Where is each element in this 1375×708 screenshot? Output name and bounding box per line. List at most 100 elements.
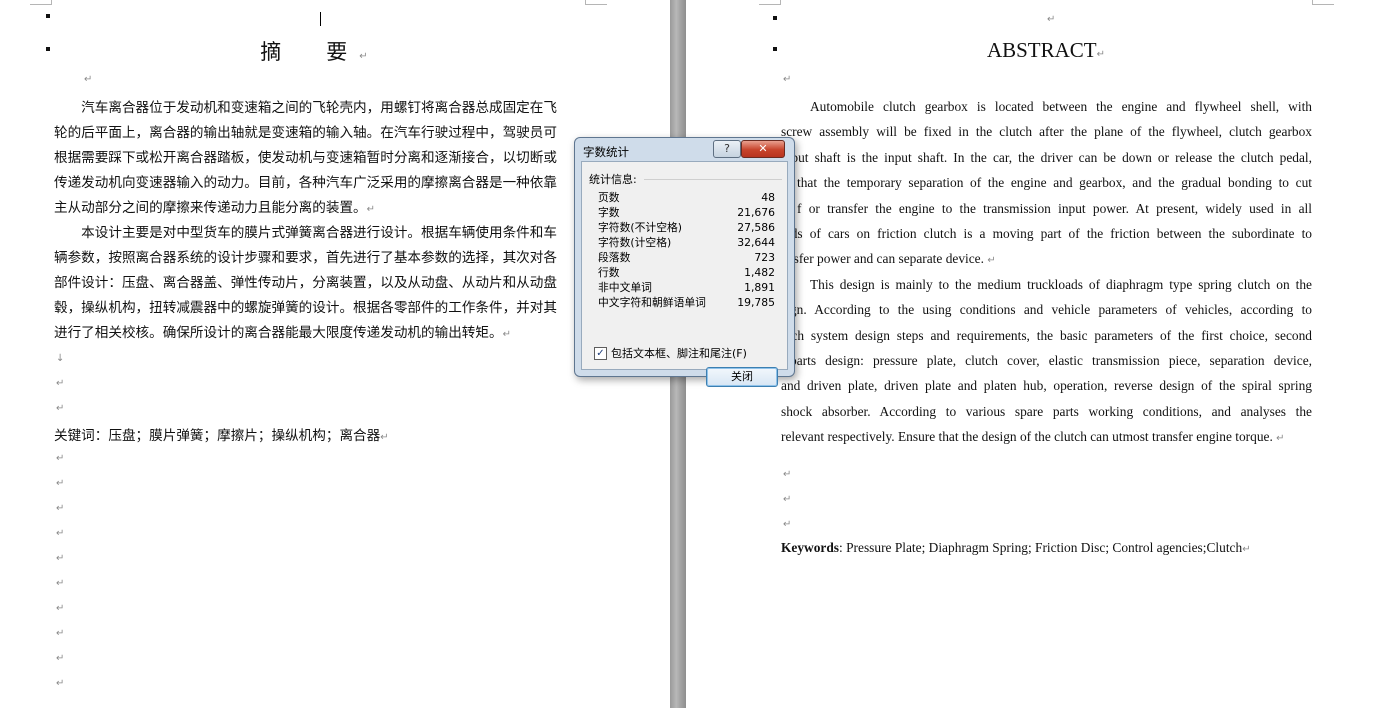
abstract-body-zh[interactable]: 汽车离合器位于发动机和变速箱之间的飞轮壳内，用螺钉将离合器总成固定在飞 轮的后平… [54, 96, 587, 346]
include-textboxes-option[interactable]: ✓ 包括文本框、脚注和尾注(F) [594, 345, 747, 361]
paragraph-mark: ↵ [56, 628, 65, 639]
stat-row-words: 字数 21,676 [598, 205, 781, 220]
text-line: nds of cars on friction clutch is a movi… [784, 225, 1312, 241]
paragraph-mark: ↵ [783, 469, 792, 480]
stat-row-chars-with-spaces: 字符数(计空格) 32,644 [598, 235, 781, 250]
text-line-content: relevant respectively. Ensure that the d… [781, 429, 1273, 445]
help-button[interactable]: ? [713, 140, 741, 158]
keywords-text: : Pressure Plate; Diaphragm Spring; Fric… [839, 540, 1243, 555]
text-line: 本设计主要是对中型货车的膜片式弹簧离合器进行设计。根据车辆使用条件和车 [54, 225, 557, 241]
close-window-button[interactable]: ✕ [741, 140, 785, 158]
title-text: 摘 要 [260, 40, 360, 64]
line-break-mark: ↓ [56, 353, 65, 364]
text-line: 辆参数，按照离合器系统的设计步骤和要求，首先进行了基本参数的选择，其次对各 [54, 250, 557, 266]
paragraph-mark: ↵ [1047, 14, 1056, 25]
paragraph-mark: ↵ [56, 578, 65, 589]
paragraph-mark: ↵ [56, 553, 65, 564]
paragraph-mark: ↵ [56, 478, 65, 489]
include-textboxes-checkbox[interactable]: ✓ [594, 346, 607, 360]
page-title-zh: 摘 要↵ [0, 36, 640, 66]
text-line: and driven plate, driven plate and plate… [781, 378, 1312, 394]
text-cursor [320, 12, 321, 26]
text-line: 轮的后平面上，离合器的输出轴就是变速箱的输入轴。在汽车行驶过程中，驾驶员可 [54, 125, 557, 141]
keywords-en[interactable]: Keywords: Pressure Plate; Diaphragm Spri… [781, 540, 1251, 556]
paragraph-mark: ↵ [1096, 49, 1106, 60]
stat-row-cjk-words: 中文字符和朝鲜语单词 19,785 [598, 295, 781, 310]
abstract-body-en[interactable]: Automobile clutch gearbox is located bet… [781, 94, 1312, 449]
text-line-content: ansfer power and can separate device. [781, 251, 984, 267]
stat-value: 1,482 [744, 266, 775, 279]
text-line: utch system design steps and requirement… [781, 327, 1312, 343]
statistics-group-label: 统计信息: [589, 173, 637, 186]
paragraph-mark: ↵ [56, 678, 65, 689]
text-line: This design is mainly to the medium truc… [810, 276, 1312, 292]
stat-row-non-chinese-words: 非中文单词 1,891 [598, 280, 781, 295]
help-icon: ? [724, 142, 730, 155]
margin-corner-mark [1312, 0, 1334, 5]
paragraph-mark: ↵ [56, 378, 65, 389]
stat-value: 48 [761, 191, 775, 204]
paragraph-mark: ↵ [84, 74, 93, 85]
text-line: shock absorber. According to various spa… [781, 403, 1312, 419]
word-count-dialog[interactable]: 字数统计 ? ✕ 统计信息: 页数 48 字数 21,676 字符数(不计空格)… [574, 137, 795, 387]
text-line: 毂，操纵机构，扭转减震器中的螺旋弹簧的设计。根据各零部件的工作条件，并对其 [54, 300, 557, 316]
paragraph-mark: ↵ [783, 74, 792, 85]
paragraph-mark: ↵ [56, 503, 65, 514]
dialog-title: 字数统计 [583, 145, 629, 159]
paragraph-mark: ↵ [783, 519, 792, 530]
text-line: sign. According to the using conditions … [781, 302, 1312, 318]
keywords-zh[interactable]: 关键词：压盘；膜片弹簧；摩擦片；操纵机构；离合器↵ [54, 424, 389, 444]
margin-corner-mark [585, 0, 607, 5]
text-line: utput shaft is the input shaft. In the c… [781, 149, 1312, 165]
text-line-content: 主从动部分之间的摩擦来传递动力且能分离的装置。 [54, 200, 367, 216]
group-divider [644, 179, 782, 180]
stat-row-paragraphs: 段落数 723 [598, 250, 781, 265]
stat-label: 字符数(不计空格) [598, 221, 683, 234]
stat-value: 19,785 [737, 296, 775, 309]
paragraph-mark: ↵ [56, 603, 65, 614]
stat-label: 行数 [598, 266, 620, 279]
paragraph-mark: ↵ [56, 453, 65, 464]
text-line: 汽车离合器位于发动机和变速箱之间的飞轮壳内，用螺钉将离合器总成固定在飞 [54, 100, 557, 116]
stat-row-pages: 页数 48 [598, 190, 781, 205]
paragraph-mark: ↵ [56, 653, 65, 664]
paragraph-mark: ↵ [56, 528, 65, 539]
paragraph-mark: ↵ [366, 204, 376, 215]
paragraph-mark: ↵ [56, 403, 65, 414]
margin-corner-mark [759, 0, 781, 5]
text-line: 根据需要踩下或松开离合器踏板，使发动机与变速箱暂时分离和逐渐接合，以切断或 [54, 150, 557, 166]
statistics-list: 页数 48 字数 21,676 字符数(不计空格) 27,586 字符数(计空格… [598, 190, 781, 310]
text-line: that the temporary separation of the eng… [797, 175, 1312, 191]
checkbox-label: 包括文本框、脚注和尾注(F) [611, 347, 747, 360]
paragraph-mark: ↵ [359, 51, 380, 62]
page-title-en: ABSTRACT↵ [686, 38, 1375, 63]
close-button[interactable]: 关闭 [706, 367, 778, 387]
margin-corner-mark [30, 0, 52, 5]
text-line: relevant respectively. Ensure that the d… [781, 424, 1312, 449]
stat-label: 字数 [598, 206, 620, 219]
text-line: 主从动部分之间的摩擦来传递动力且能分离的装置。↵ [54, 196, 587, 221]
close-icon: ✕ [758, 142, 768, 155]
paragraph-mark: ↵ [380, 432, 389, 443]
stat-row-chars-no-spaces: 字符数(不计空格) 27,586 [598, 220, 781, 235]
paragraph-mark: ↵ [987, 255, 996, 267]
stat-label: 页数 [598, 191, 620, 204]
paragraph-mark: ↵ [1242, 544, 1251, 555]
bullet-mark [46, 14, 50, 18]
stat-row-lines: 行数 1,482 [598, 265, 781, 280]
word-document-window: 摘 要↵ ↵ 汽车离合器位于发动机和变速箱之间的飞轮壳内，用螺钉将离合器总成固定… [0, 0, 1375, 708]
paragraph-mark: ↵ [783, 494, 792, 505]
text-line: 传递发动机向变速器输入的动力。目前，各种汽车广泛采用的摩擦离合器是一种依靠 [54, 175, 557, 191]
stat-label: 段落数 [598, 251, 631, 264]
stat-value: 1,891 [744, 281, 775, 294]
text-line-content: 进行了相关校核。确保所设计的离合器能最大限度传递发动机的输出转矩。 [54, 325, 503, 341]
stat-label: 非中文单词 [598, 281, 652, 294]
text-line: Automobile clutch gearbox is located bet… [810, 99, 1312, 114]
stat-value: 32,644 [737, 236, 775, 249]
text-line: parts design: pressure plate, clutch cov… [790, 352, 1312, 368]
text-line: 部件设计：压盘、离合器盖、弹性传动片，分离装置，以及从动盘、从动片和从动盘 [54, 275, 557, 291]
keywords-text: 关键词：压盘；膜片弹簧；摩擦片；操纵机构；离合器 [54, 428, 381, 444]
stat-value: 723 [754, 251, 775, 264]
paragraph-mark: ↵ [1276, 433, 1285, 445]
dialog-content: 统计信息: 页数 48 字数 21,676 字符数(不计空格) 27,586 字… [581, 161, 788, 387]
